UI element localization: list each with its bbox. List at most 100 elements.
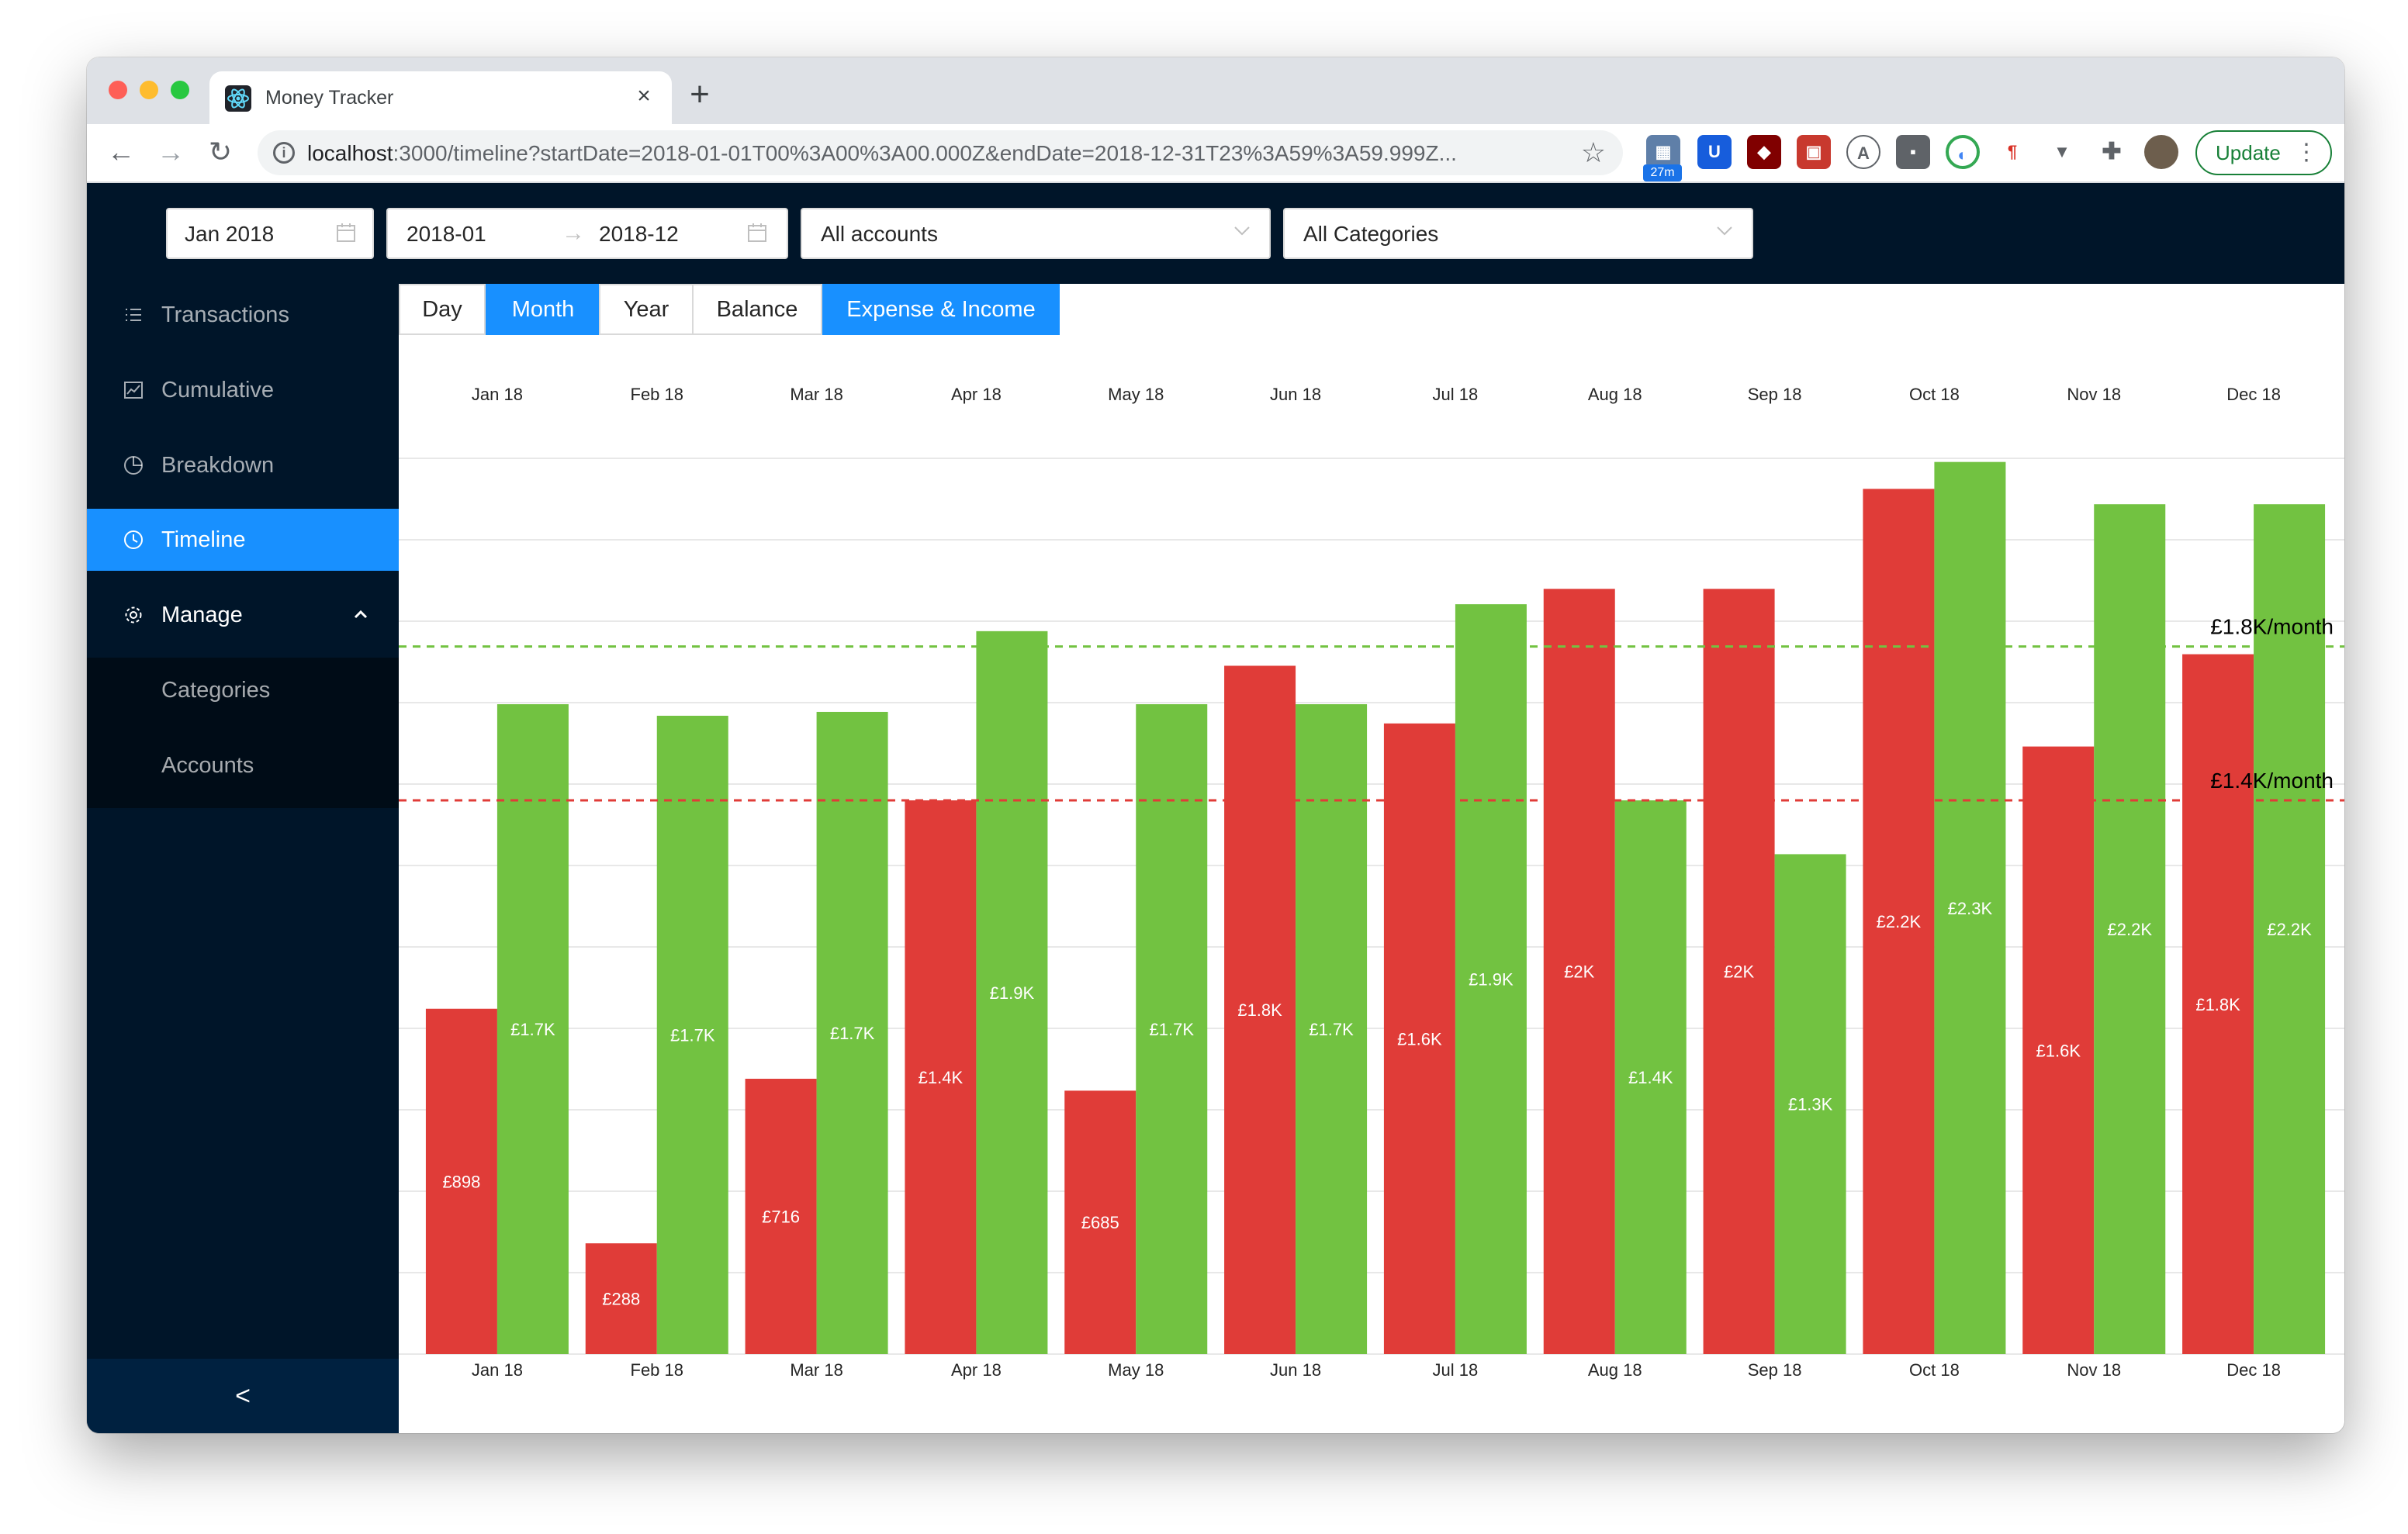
- x-tick-label-top: May 18: [1108, 385, 1164, 404]
- x-tick-label: Aug 18: [1588, 1360, 1642, 1380]
- bar-value-label: £1.9K: [1469, 970, 1514, 990]
- address-bar[interactable]: i localhost:3000/timeline?startDate=2018…: [258, 130, 1623, 175]
- sidebar-item-cumulative[interactable]: Cumulative: [87, 359, 399, 421]
- x-tick-label-top: Jul 18: [1433, 385, 1479, 404]
- x-tick-label: May 18: [1108, 1360, 1164, 1380]
- update-label: Update: [2216, 141, 2281, 164]
- url-text: localhost:3000/timeline?startDate=2018-0…: [307, 141, 1564, 166]
- calendar-icon: [337, 223, 355, 242]
- sidebar-item-label: Timeline: [161, 527, 246, 552]
- game-extension-icon[interactable]: ▣: [1797, 135, 1831, 169]
- bar-value-label: £1.8K: [2195, 995, 2240, 1014]
- manage-submenu: Categories Accounts: [87, 658, 399, 808]
- minimize-window-button[interactable]: [140, 81, 158, 99]
- categories-select-value: All Categories: [1303, 222, 1439, 246]
- color-extension-icon[interactable]: ◐: [1946, 135, 1980, 169]
- close-window-button[interactable]: [109, 81, 127, 99]
- clock-icon: [124, 530, 143, 549]
- x-tick-label-top: Nov 18: [2067, 385, 2121, 404]
- bar-value-label: £685: [1081, 1213, 1119, 1232]
- close-tab-icon[interactable]: ×: [631, 84, 656, 109]
- x-tick-label: Dec 18: [2226, 1360, 2281, 1380]
- forward-icon[interactable]: →: [152, 133, 189, 171]
- profile-avatar[interactable]: [2144, 135, 2178, 169]
- bar-value-label: £2K: [1724, 962, 1754, 982]
- a-extension-icon[interactable]: A: [1846, 135, 1880, 169]
- accounts-select[interactable]: All accounts: [801, 208, 1271, 259]
- bookmark-star-icon[interactable]: ☆: [1581, 136, 1606, 169]
- x-tick-label-top: Aug 18: [1588, 385, 1642, 404]
- new-tab-button[interactable]: +: [680, 74, 720, 115]
- browser-window: Money Tracker × + ← → ↻ i localhost:3000…: [87, 57, 2344, 1433]
- bar-value-label: £1.6K: [2036, 1041, 2081, 1060]
- sidebar-item-label: Manage: [161, 603, 243, 627]
- collapse-sidebar-button[interactable]: <: [87, 1359, 399, 1433]
- x-tick-label: Nov 18: [2067, 1360, 2121, 1380]
- view-mode-day[interactable]: Day: [399, 284, 486, 335]
- calendar-icon: [748, 223, 766, 242]
- date-range-picker[interactable]: 2018-01 → 2018-12: [386, 208, 788, 259]
- x-tick-label: Jan 18: [472, 1360, 523, 1380]
- bar-value-label: £1.4K: [1628, 1068, 1673, 1087]
- back-icon[interactable]: ←: [102, 133, 140, 171]
- view-mode-month[interactable]: Month: [486, 284, 600, 335]
- x-tick-label-top: Feb 18: [631, 385, 684, 404]
- sidebar: Transactions Cumulative Breakdown Timeli…: [87, 284, 399, 1433]
- categories-select[interactable]: All Categories: [1283, 208, 1753, 259]
- x-tick-label-top: Dec 18: [2226, 385, 2281, 404]
- sidebar-item-accounts[interactable]: Accounts: [87, 734, 399, 796]
- view-mode-balance[interactable]: Balance: [692, 284, 822, 335]
- view-mode-year[interactable]: Year: [599, 284, 694, 335]
- extension-badge: 27m: [1643, 164, 1682, 181]
- line-chart-icon: [124, 382, 143, 399]
- sidebar-item-label: Breakdown: [161, 453, 275, 478]
- tab-title: Money Tracker: [265, 87, 394, 109]
- month-picker-value: Jan 2018: [185, 222, 275, 246]
- tool-extension-icon[interactable]: ¶: [1995, 135, 2029, 169]
- expense-income-chart: Jan 18 Jan 18 Feb 18 Feb 18 Mar 18 Mar 18 Apr …: [399, 385, 2344, 1380]
- sidebar-item-label: Accounts: [161, 753, 254, 778]
- sidebar-item-manage[interactable]: Manage: [87, 584, 399, 646]
- timeline-content: Jan 18 Jan 18 Feb 18 Feb 18 Mar 18 Mar 18 Apr …: [399, 284, 2344, 1433]
- chevron-down-icon: [1717, 226, 1732, 236]
- x-tick-label: Mar 18: [790, 1360, 842, 1380]
- bar-value-label: £1.6K: [1397, 1029, 1442, 1049]
- x-tick-label-top: Jun 18: [1270, 385, 1321, 404]
- more-menu-icon[interactable]: ⋮: [2295, 132, 2318, 174]
- view-mode-expense-income[interactable]: Expense & Income: [822, 284, 1060, 335]
- sidebar-item-timeline[interactable]: Timeline: [87, 509, 399, 571]
- bar-value-label: £1.7K: [830, 1024, 875, 1043]
- sidebar-item-transactions[interactable]: Transactions: [87, 284, 399, 346]
- ublock-icon[interactable]: ◆: [1747, 135, 1781, 169]
- browser-tab[interactable]: Money Tracker ×: [209, 71, 672, 124]
- sidebar-item-breakdown[interactable]: Breakdown: [87, 434, 399, 496]
- bar-value-label: £1.9K: [990, 983, 1035, 1003]
- url-host: localhost: [307, 141, 393, 165]
- bar-value-label: £2.2K: [1877, 912, 1922, 931]
- bar-value-label: £2.2K: [2267, 920, 2312, 939]
- update-button[interactable]: Update ⋮: [2195, 130, 2332, 175]
- bar-value-label: £1.7K: [510, 1020, 555, 1039]
- maximize-window-button[interactable]: [171, 81, 189, 99]
- sidebar-item-label: Transactions: [161, 302, 289, 327]
- chevron-up-icon: [354, 610, 368, 619]
- x-tick-label-top: Oct 18: [1909, 385, 1960, 404]
- reload-icon[interactable]: ↻: [202, 133, 239, 171]
- month-picker[interactable]: Jan 2018: [166, 208, 374, 259]
- x-tick-label-top: Sep 18: [1748, 385, 1802, 404]
- screenshot-extension-icon[interactable]: ▪: [1896, 135, 1930, 169]
- bar-value-label: £1.4K: [919, 1068, 964, 1087]
- site-info-icon[interactable]: i: [273, 142, 295, 164]
- bitwarden-icon[interactable]: U: [1697, 135, 1732, 169]
- chevron-down-icon: [1234, 226, 1250, 236]
- extensions-puzzle-icon[interactable]: ✚: [2095, 135, 2129, 169]
- bar-value-label: £288: [602, 1290, 640, 1309]
- bar-value-label: £1.8K: [1237, 1000, 1282, 1020]
- list-icon: [126, 309, 141, 321]
- range-end-value: 2018-12: [599, 222, 679, 246]
- bar-value-label: £716: [762, 1207, 800, 1226]
- average-line-label: £1.8K/month: [2210, 615, 2334, 639]
- vue-devtools-icon[interactable]: ▼: [2045, 135, 2079, 169]
- gear-icon: [125, 606, 142, 624]
- sidebar-item-categories[interactable]: Categories: [87, 659, 399, 721]
